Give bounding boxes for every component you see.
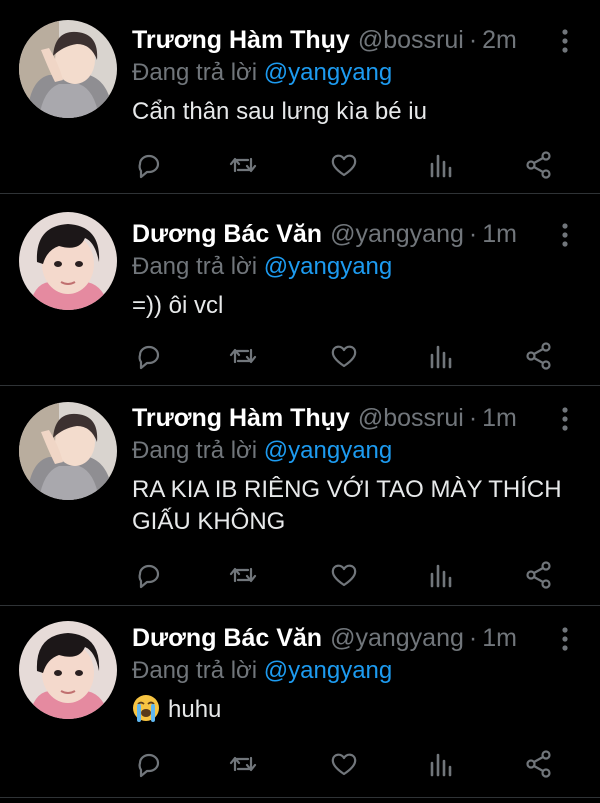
tweet-content: Trương Hàm Thụy @bossrui · 1m Đang trả l…	[132, 402, 572, 538]
like-icon[interactable]	[329, 150, 359, 180]
mention-link[interactable]: @yangyang	[264, 437, 392, 464]
retweet-icon[interactable]	[228, 560, 258, 590]
reply-icon[interactable]	[134, 341, 164, 371]
tweet-header: Trương Hàm Thụy @bossrui · 2m	[132, 24, 572, 56]
share-icon[interactable]	[524, 341, 554, 371]
share-icon[interactable]	[524, 150, 554, 180]
user-handle[interactable]: @yangyang	[330, 218, 464, 250]
avatar[interactable]	[19, 621, 117, 719]
tweet[interactable]: Trương Hàm Thụy @bossrui · 1m Đang trả l…	[0, 386, 600, 606]
avatar[interactable]	[19, 402, 117, 500]
tweet-content: Dương Bác Văn @yangyang · 1m Đang trả lờ…	[132, 218, 572, 322]
timestamp[interactable]: 1m	[482, 622, 517, 654]
like-icon[interactable]	[329, 749, 359, 779]
tweet[interactable]: Dương Bác Văn @yangyang · 1m Đang trả lờ…	[0, 606, 600, 798]
replying-prefix: Đang trả lời	[132, 59, 264, 86]
avatar[interactable]	[19, 20, 117, 118]
more-options-icon[interactable]	[560, 406, 570, 432]
mention-link[interactable]: @yangyang	[264, 253, 392, 280]
retweet-icon[interactable]	[228, 749, 258, 779]
timestamp[interactable]: 2m	[482, 24, 517, 56]
share-icon[interactable]	[524, 560, 554, 590]
reply-icon[interactable]	[134, 749, 164, 779]
tweet[interactable]: Dương Bác Văn @yangyang · 1m Đang trả lờ…	[0, 194, 600, 386]
replying-to: Đang trả lời @yangyang	[132, 251, 572, 283]
views-icon[interactable]	[426, 341, 456, 371]
views-icon[interactable]	[426, 560, 456, 590]
mention-link[interactable]: @yangyang	[264, 657, 392, 684]
action-bar	[132, 150, 562, 180]
tweet-content: Dương Bác Văn @yangyang · 1m Đang trả lờ…	[132, 622, 572, 726]
replying-prefix: Đang trả lời	[132, 253, 264, 280]
separator-dot: ·	[468, 404, 478, 432]
like-icon[interactable]	[329, 560, 359, 590]
tweet-text-content: huhu	[168, 696, 222, 723]
replying-to: Đang trả lời @yangyang	[132, 435, 572, 467]
tweet-feed: Trương Hàm Thụy @bossrui · 2m Đang trả l…	[0, 0, 600, 803]
action-bar	[132, 749, 562, 779]
tweet-header: Trương Hàm Thụy @bossrui · 1m	[132, 402, 572, 434]
more-options-icon[interactable]	[560, 28, 570, 54]
views-icon[interactable]	[426, 150, 456, 180]
replying-to: Đang trả lời @yangyang	[132, 57, 572, 89]
tweet-text: huhu	[132, 694, 572, 726]
mention-link[interactable]: @yangyang	[264, 59, 392, 86]
share-icon[interactable]	[524, 749, 554, 779]
like-icon[interactable]	[329, 341, 359, 371]
tweet-header: Dương Bác Văn @yangyang · 1m	[132, 218, 572, 250]
more-options-icon[interactable]	[560, 626, 570, 652]
action-bar	[132, 341, 562, 371]
display-name[interactable]: Trương Hàm Thụy	[132, 24, 350, 56]
user-handle[interactable]: @bossrui	[358, 24, 464, 56]
display-name[interactable]: Trương Hàm Thụy	[132, 402, 350, 434]
timestamp[interactable]: 1m	[482, 402, 517, 434]
replying-prefix: Đang trả lời	[132, 657, 264, 684]
separator-dot: ·	[468, 220, 478, 248]
tweet-text: RA KIA IB RIÊNG VỚI TAO MÀY THÍCH GIẤU K…	[132, 476, 562, 535]
loudly-crying-face-emoji	[132, 694, 160, 722]
reply-icon[interactable]	[134, 150, 164, 180]
reply-icon[interactable]	[134, 560, 164, 590]
user-handle[interactable]: @yangyang	[330, 622, 464, 654]
tweet-text: Cẩn thân sau lưng kìa bé iu	[132, 98, 427, 125]
views-icon[interactable]	[426, 749, 456, 779]
avatar[interactable]	[19, 212, 117, 310]
display-name[interactable]: Dương Bác Văn	[132, 622, 322, 654]
timestamp[interactable]: 1m	[482, 218, 517, 250]
tweet[interactable]: Trương Hàm Thụy @bossrui · 2m Đang trả l…	[0, 0, 600, 194]
retweet-icon[interactable]	[228, 150, 258, 180]
separator-dot: ·	[468, 26, 478, 54]
tweet-content: Trương Hàm Thụy @bossrui · 2m Đang trả l…	[132, 24, 572, 128]
display-name[interactable]: Dương Bác Văn	[132, 218, 322, 250]
more-options-icon[interactable]	[560, 222, 570, 248]
retweet-icon[interactable]	[228, 341, 258, 371]
replying-prefix: Đang trả lời	[132, 437, 264, 464]
action-bar	[132, 560, 562, 590]
tweet-header: Dương Bác Văn @yangyang · 1m	[132, 622, 572, 654]
user-handle[interactable]: @bossrui	[358, 402, 464, 434]
separator-dot: ·	[468, 624, 478, 652]
replying-to: Đang trả lời @yangyang	[132, 655, 572, 687]
tweet-text: =)) ôi vcl	[132, 292, 224, 319]
